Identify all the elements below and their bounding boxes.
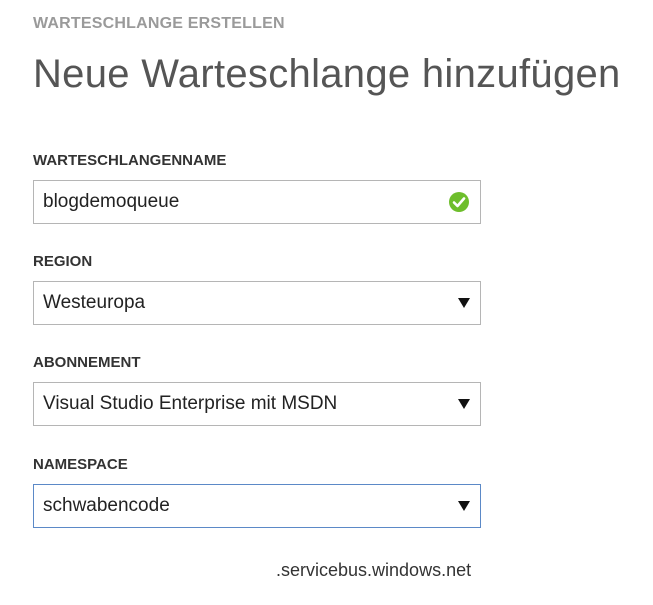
namespace-suffix: .servicebus.windows.net [276, 560, 472, 580]
queue-name-value[interactable]: blogdemoqueue [43, 191, 448, 213]
region-select[interactable]: Westeuropa [33, 281, 481, 325]
queue-name-label: WARTESCHLANGENNAME [33, 152, 227, 169]
page-title: Neue Warteschlange hinzufügen [33, 52, 621, 96]
dropdown-arrow-icon[interactable] [458, 298, 470, 308]
check-circle-icon [449, 192, 469, 212]
subscription-selected-value: Visual Studio Enterprise mit MSDN [43, 393, 338, 414]
region-selected-value: Westeuropa [43, 292, 146, 313]
step-title: WARTESCHLANGE ERSTELLEN [33, 15, 285, 32]
subscription-label: ABONNEMENT [33, 354, 141, 371]
subscription-select[interactable]: Visual Studio Enterprise mit MSDN [33, 382, 481, 426]
region-label: REGION [33, 253, 93, 270]
dropdown-arrow-icon[interactable] [458, 501, 470, 511]
namespace-select[interactable]: schwabencode [33, 484, 481, 528]
queue-name-input[interactable]: blogdemoqueue [33, 180, 481, 224]
namespace-label: NAMESPACE [33, 456, 128, 473]
dropdown-arrow-icon[interactable] [458, 399, 470, 409]
namespace-selected-value: schwabencode [43, 495, 170, 516]
